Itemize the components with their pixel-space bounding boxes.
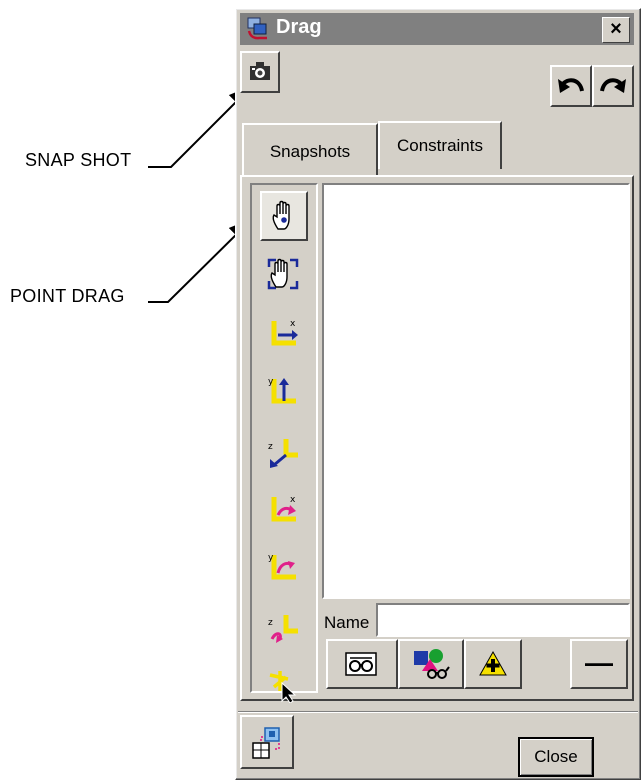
name-field[interactable] bbox=[376, 603, 630, 637]
apply-snapshot-button[interactable] bbox=[398, 639, 464, 689]
window-title: Drag bbox=[276, 16, 322, 38]
cubes-icon bbox=[251, 725, 285, 761]
undo-button[interactable] bbox=[550, 65, 592, 107]
object-drag-hand-icon bbox=[267, 258, 299, 290]
footer-separator bbox=[238, 711, 638, 713]
shapes-glasses-icon bbox=[412, 647, 450, 681]
name-label: Name bbox=[324, 613, 370, 632]
tool-object-drag-hand[interactable] bbox=[260, 251, 308, 301]
svg-text:z: z bbox=[268, 618, 273, 628]
add-plus-icon bbox=[478, 649, 508, 679]
svg-text:x: x bbox=[290, 495, 296, 505]
tool-rotate-z[interactable]: z bbox=[260, 605, 308, 655]
camera-icon bbox=[247, 58, 273, 86]
snapshots-panel: x y z x y z Name — bbox=[240, 175, 634, 703]
drag-app-icon bbox=[245, 16, 271, 42]
undo-arrow-icon bbox=[556, 73, 586, 99]
translate-y-axis-icon: y bbox=[268, 377, 296, 404]
snapshot-button[interactable] bbox=[240, 51, 280, 93]
translate-z-axis-icon: z bbox=[268, 439, 298, 468]
select-pointer-icon bbox=[269, 671, 297, 703]
rotate-y-axis-icon: y bbox=[268, 553, 296, 580]
redo-button[interactable] bbox=[592, 65, 634, 107]
tab-snapshots[interactable]: Snapshots bbox=[242, 123, 378, 177]
snapshot-list[interactable] bbox=[322, 183, 630, 599]
tool-translate-y[interactable]: y bbox=[260, 369, 308, 419]
svg-text:y: y bbox=[268, 553, 274, 563]
rotate-x-axis-icon: x bbox=[271, 495, 296, 522]
tool-rotate-y[interactable]: y bbox=[260, 545, 308, 595]
close-button[interactable]: Close bbox=[518, 737, 594, 777]
title-bar[interactable]: Drag × bbox=[240, 13, 634, 45]
rotate-z-axis-icon: z bbox=[268, 615, 298, 643]
remove-glyph: — bbox=[585, 647, 613, 678]
tab-constraints[interactable]: Constraints bbox=[378, 121, 502, 169]
tool-translate-x[interactable]: x bbox=[260, 311, 308, 361]
svg-text:z: z bbox=[268, 442, 273, 452]
glasses-view-icon bbox=[344, 649, 378, 679]
animate-snapshots-button[interactable] bbox=[240, 715, 294, 769]
tool-rotate-x[interactable]: x bbox=[260, 487, 308, 537]
tool-translate-z[interactable]: z bbox=[260, 429, 308, 479]
close-window-button[interactable]: × bbox=[602, 17, 630, 43]
tool-point-drag-hand[interactable] bbox=[260, 191, 308, 241]
add-snapshot-button[interactable] bbox=[464, 639, 522, 689]
translate-x-axis-icon: x bbox=[271, 319, 298, 346]
svg-text:y: y bbox=[268, 377, 274, 387]
point-drag-hand-icon bbox=[272, 200, 290, 230]
view-snapshot-button[interactable] bbox=[326, 639, 398, 689]
remove-snapshot-button[interactable]: — bbox=[570, 639, 628, 689]
tool-select-pointer[interactable] bbox=[260, 663, 308, 713]
drag-dialog: Drag × Snapshots Constraints x y z x y z… bbox=[235, 8, 641, 780]
drag-tool-column: x y z x y z bbox=[250, 183, 318, 703]
svg-text:x: x bbox=[290, 319, 296, 329]
redo-arrow-icon bbox=[598, 73, 628, 99]
